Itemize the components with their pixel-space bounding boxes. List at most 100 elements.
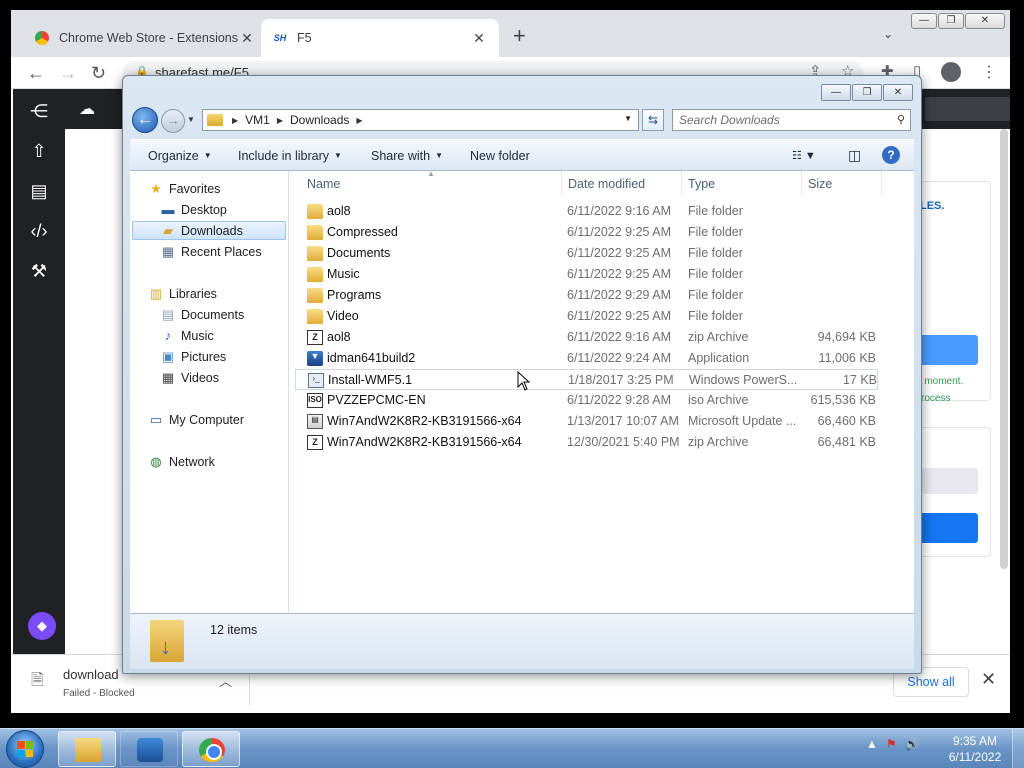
back-icon[interactable]: ← [27,63,45,84]
share-nodes-icon[interactable]: ⋲ [27,101,51,125]
close-icon[interactable]: ✕ [981,669,996,690]
view-options-icon[interactable]: ☷ ▼ [792,149,816,162]
minimize-button[interactable]: — [821,84,851,101]
download-filename[interactable]: download [63,667,119,682]
file-type: zip Archive [688,435,749,449]
close-window-button[interactable]: ✕ [965,13,1005,29]
volume-icon[interactable]: 🔊 [905,737,920,751]
search-input[interactable]: Search Downloads ⚲ [672,109,911,131]
organize-button[interactable]: Organize ▼ [148,149,212,163]
close-tab-icon[interactable]: ✕ [239,30,255,47]
tab-f5[interactable]: SH F5 ✕ [261,19,499,57]
maximize-button[interactable]: ❐ [852,84,882,101]
nav-pictures[interactable]: ▣ Pictures [160,347,226,366]
breadcrumb-arrow-icon[interactable]: ▶ [232,116,238,125]
close-button[interactable]: ✕ [883,84,913,101]
nav-libraries[interactable]: ▥ Libraries [148,284,217,303]
code-icon[interactable]: ‹/› [27,221,51,245]
file-row[interactable]: Z Win7AndW2K8R2-KB3191566-x64 12/30/2021 5… [295,432,878,453]
document-icon[interactable]: ▤ [27,181,51,205]
column-header-name[interactable]: Name [301,171,562,195]
file-name: Programs [327,288,382,302]
file-row[interactable]: Zaol8 6/11/2022 9:16 AM zip Archive 94,694 … [295,327,878,348]
include-in-library-button[interactable]: Include in library ▼ [238,149,342,163]
assistant-fab-icon[interactable]: ◆ [28,612,56,640]
column-header-type[interactable]: Type [682,171,802,195]
new-tab-button[interactable]: + [513,23,526,49]
file-date: 6/11/2022 9:25 AM [567,225,672,239]
file-row[interactable]: ▤ Win7AndW2K8R2-KB3191566-x64 1/13/2017 10… [295,411,878,432]
nav-my-computer[interactable]: ▭ My Computer [148,410,244,429]
file-row[interactable]: ISO PVZZEPCMC-EN 6/11/2022 9:28 AM iso Arch… [295,390,878,411]
card-action-button[interactable] [918,335,978,365]
nav-label: Desktop [181,202,227,217]
file-row[interactable]: Compressed 6/11/2022 9:25 AM File folder [295,222,878,243]
refresh-button[interactable]: ⇆ [642,109,664,131]
recent-pages-chevron-icon[interactable]: ▼ [187,115,195,124]
file-row[interactable]: aol8 6/11/2022 9:16 AM File folder [295,201,878,222]
forward-icon[interactable]: → [59,63,77,84]
breadcrumb-downloads[interactable]: Downloads [290,113,349,127]
profile-avatar[interactable] [941,62,961,82]
nav-documents[interactable]: ▤ Documents [160,305,244,324]
file-row[interactable]: Programs 6/11/2022 9:29 AM File folder [295,285,878,306]
action-center-flag-icon[interactable]: ⚑ [886,737,897,751]
page-search-input[interactable] [925,97,1010,121]
taskbar-chrome-button[interactable] [182,731,240,767]
start-button[interactable] [6,730,44,768]
tab-search-chevron-icon[interactable]: ⌄ [883,27,893,41]
page-scrollbar[interactable] [1000,129,1008,569]
file-date: 6/11/2022 9:25 AM [567,246,672,260]
column-header-date[interactable]: Date modified [562,171,682,195]
address-dropdown-icon[interactable]: ▼ [624,114,632,123]
breadcrumb-vm1[interactable]: VM1 [245,113,270,127]
taskbar-explorer-button[interactable] [58,731,116,767]
file-name: aol8 [327,204,351,218]
tab-chrome-web-store[interactable]: Chrome Web Store - Extensions ✕ [23,19,267,57]
card-input[interactable] [918,468,978,494]
nav-favorites[interactable]: ★ Favorites [148,179,220,198]
folder-icon [307,225,323,240]
preview-pane-icon[interactable]: ◫ [848,147,861,164]
file-row[interactable]: Documents 6/11/2022 9:25 AM File folder [295,243,878,264]
iso-archive-icon: ISO [307,393,323,408]
nav-network[interactable]: ◍ Network [148,452,215,471]
back-button[interactable]: ← [132,107,158,133]
command-bar: Organize ▼ Include in library ▼ Share with… [130,139,914,171]
show-desktop-button[interactable] [1012,729,1024,768]
show-hidden-icons-icon[interactable]: ▲ [866,737,878,751]
share-with-button[interactable]: Share with ▼ [371,149,443,163]
taskbar-media-player-button[interactable] [120,731,178,767]
forward-button[interactable]: → [161,109,185,133]
documents-icon: ▤ [161,306,175,322]
sharefast-sidebar: ⋲ ⇧ ▤ ‹/› ⚒ ◆ [13,89,65,654]
music-note-icon: ♪ [164,328,172,343]
maximize-button[interactable]: ❐ [938,13,964,29]
reload-icon[interactable]: ↻ [91,63,106,84]
clock[interactable]: 9:35 AM 6/11/2022 [940,733,1010,765]
file-row[interactable]: Video 6/11/2022 9:25 AM File folder [295,306,878,327]
file-row[interactable]: ›_ Install-WMF5.1 1/18/2017 3:25 PM Windows… [295,369,878,390]
nav-downloads[interactable]: ▰ Downloads [132,221,286,240]
nav-recent-places[interactable]: ▦ Recent Places [160,242,262,261]
address-bar[interactable]: ▶ VM1 ▶ Downloads ▶ ▼ [202,109,639,131]
column-header-size[interactable]: Size [802,171,882,195]
nav-label: My Computer [169,412,245,427]
file-row[interactable]: Music 6/11/2022 9:25 AM File folder [295,264,878,285]
hammer-icon[interactable]: ⚒ [27,261,51,285]
minimize-button[interactable]: — [911,13,937,29]
upload-icon[interactable]: ⇧ [27,141,51,165]
window-controls: — ❐ ✕ [821,84,913,101]
close-tab-icon[interactable]: ✕ [471,30,487,47]
nav-videos[interactable]: ▦ Videos [160,368,219,387]
file-name: Video [327,309,359,323]
nav-music[interactable]: ♪ Music [160,326,214,345]
nav-desktop[interactable]: ▬ Desktop [160,200,227,219]
menu-kebab-icon[interactable]: ⋮ [981,62,997,82]
breadcrumb-arrow-icon[interactable]: ▶ [277,116,283,125]
help-icon[interactable]: ? [882,146,900,164]
file-row[interactable]: ▼ idman641build2 6/11/2022 9:24 AM Applicat… [295,348,878,369]
card-submit-button[interactable] [918,513,978,543]
breadcrumb-arrow-icon[interactable]: ▶ [356,116,362,125]
new-folder-button[interactable]: New folder [470,149,530,163]
